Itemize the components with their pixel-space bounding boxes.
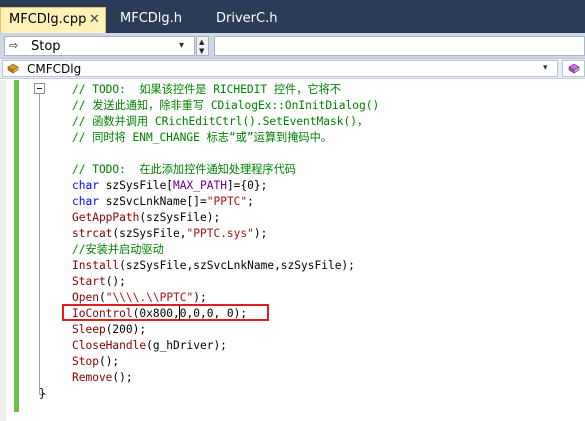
indicator-margin	[0, 80, 6, 421]
class-dropdown[interactable]: CMFCDlg ▾	[2, 60, 558, 77]
class-icon	[7, 63, 19, 74]
code-function: GetAppPath	[72, 211, 140, 224]
code-function: Open	[72, 291, 99, 304]
code-line-18: Remove();	[72, 370, 133, 386]
code-line-7: char szSvcLnkName[]="PPTC";	[72, 194, 254, 210]
code-function: strcat	[72, 227, 113, 240]
stop-dropdown-value: Stop	[31, 39, 61, 54]
code-line-8: GetAppPath(szSysFile);	[72, 210, 220, 226]
collapse-icon[interactable]	[34, 83, 45, 94]
code-function: CloseHandle	[72, 339, 147, 352]
code-text: );	[253, 227, 268, 240]
debug-toolbar: ⇨ Stop ▾ ▲ ▼	[0, 33, 585, 59]
code-keyword: char	[72, 179, 99, 192]
chevron-down-icon[interactable]: ▾	[543, 63, 548, 73]
code-text: ();	[98, 355, 120, 368]
code-function: Sleep	[72, 323, 106, 336]
code-line-6: char szSysFile[MAX_PATH]={0};	[72, 178, 267, 194]
tab-label: DriverC.h	[216, 11, 278, 26]
method-icon	[568, 63, 580, 74]
code-line-2: // 发送此通知，除非重写 CDialogEx::OnInitDialog()	[72, 99, 380, 112]
code-line-3: // 函数并调用 CRichEditCtrl().SetEventMask()，	[72, 115, 369, 128]
code-string: "PPTC"	[206, 195, 248, 208]
code-text: ();	[105, 275, 126, 288]
class-dropdown-value: CMFCDlg	[27, 62, 82, 76]
code-text: (	[98, 291, 106, 304]
tab-label: MFCDlg.cpp	[9, 12, 87, 27]
change-tracking-bar	[14, 80, 19, 412]
code-line-9: strcat(szSysFile,"PPTC.sys");	[72, 226, 267, 242]
annotation-highlight-box	[62, 304, 269, 321]
tab-driverc-h[interactable]: DriverC.h	[208, 7, 277, 33]
code-line-5: // TODO: 在此添加控件通知处理程序代码	[72, 163, 296, 176]
code-string: "PPTC.sys"	[186, 227, 254, 240]
code-text: (200);	[105, 323, 147, 336]
code-text: ;	[247, 195, 254, 208]
code-line-16: CloseHandle(g_hDriver);	[72, 338, 227, 354]
document-tab-strip: MFCDlg.cpp ✕ MFCDlg.h DriverC.h	[0, 0, 585, 33]
code-function: Install	[72, 259, 120, 272]
close-icon[interactable]: ✕	[89, 8, 100, 32]
code-function: Remove	[72, 371, 113, 384]
tab-label: MFCDlg.h	[120, 11, 183, 26]
toolbar-input[interactable]	[214, 36, 585, 56]
code-line-4: // 同时将 ENM_CHANGE 标志“或”运算到掩码中。	[72, 131, 332, 144]
tab-mfcdlg-cpp[interactable]: MFCDlg.cpp ✕	[0, 7, 106, 33]
code-editor[interactable]: // TODO: 如果该控件是 RICHEDIT 控件，它将不 // 发送此通知…	[0, 80, 585, 421]
spin-up-icon[interactable]: ▲	[199, 38, 204, 46]
tab-mfcdlg-h[interactable]: MFCDlg.h	[112, 7, 182, 33]
code-text: (szSysFile,szSvcLnkName,szSysFile);	[119, 259, 355, 272]
navigation-bar: CMFCDlg ▾	[0, 59, 585, 79]
outline-line	[39, 94, 40, 394]
code-line-10: //安装并启动驱动	[72, 243, 164, 256]
code-line-15: Sleep(200);	[72, 322, 146, 338]
code-text: (szSysFile);	[139, 211, 221, 224]
code-function: Stop	[72, 355, 99, 368]
arrow-right-icon: ⇨	[9, 39, 19, 52]
code-line-1: // TODO: 如果该控件是 RICHEDIT 控件，它将不	[72, 83, 341, 96]
code-text: ]={0};	[226, 179, 268, 192]
code-line-12: Start();	[72, 274, 126, 290]
code-text: (g_hDriver);	[146, 339, 227, 352]
text-caret	[179, 306, 180, 320]
closing-brace: }	[39, 387, 46, 400]
code-text: );	[193, 291, 207, 304]
member-dropdown[interactable]	[562, 60, 585, 77]
code-line-17: Stop();	[72, 354, 119, 370]
code-keyword: char	[72, 195, 99, 208]
code-function: Start	[72, 275, 106, 288]
spin-down-icon[interactable]: ▼	[199, 47, 204, 55]
code-text: ();	[112, 371, 133, 384]
code-text: szSysFile[	[98, 179, 174, 192]
code-macro: MAX_PATH	[173, 179, 227, 192]
code-text: (szSysFile,	[112, 227, 187, 240]
spin-buttons[interactable]: ▲ ▼	[196, 36, 209, 56]
code-line-11: Install(szSysFile,szSvcLnkName,szSysFile…	[72, 258, 355, 274]
code-string: "\\\\.\\PPTC"	[105, 291, 194, 304]
stop-dropdown[interactable]: ⇨ Stop ▾	[4, 36, 195, 56]
chevron-down-icon[interactable]: ▾	[179, 40, 184, 51]
code-text: szSvcLnkName[]=	[98, 195, 207, 208]
